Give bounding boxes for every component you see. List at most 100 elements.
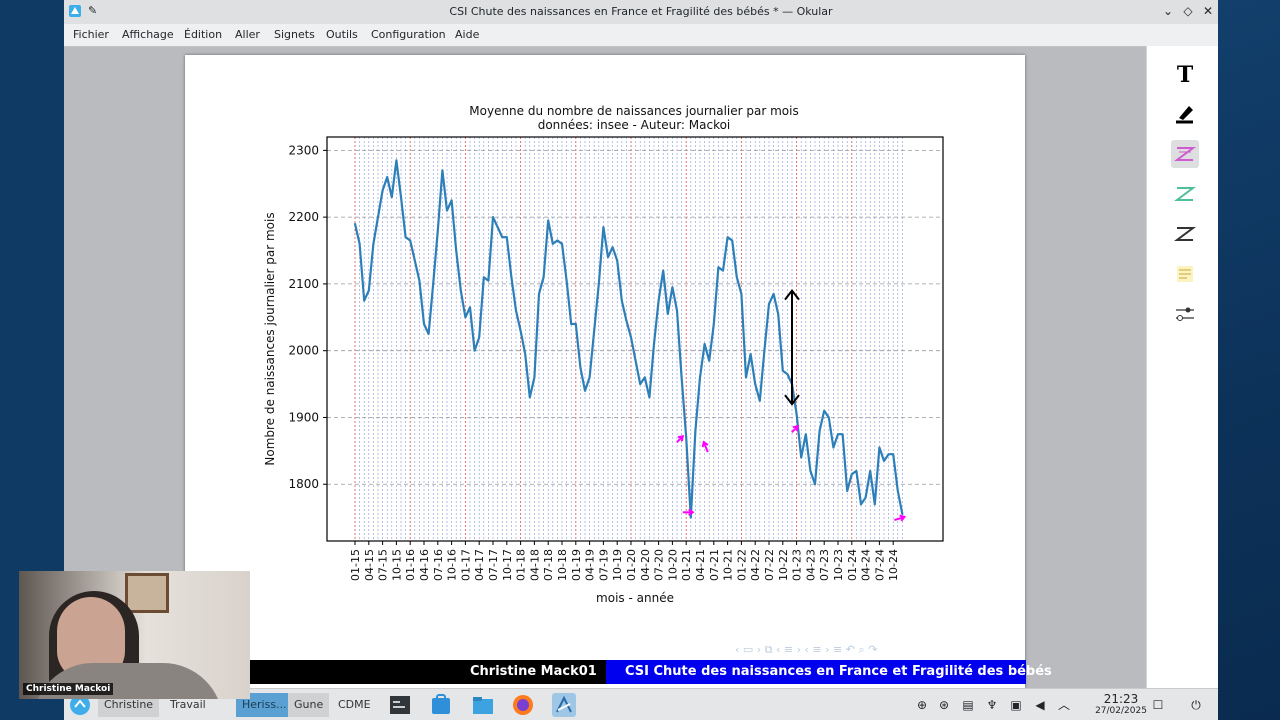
y-tick-label: 1800 — [288, 477, 319, 491]
data-point — [768, 303, 770, 305]
data-point — [482, 276, 485, 279]
pink-line-icon[interactable] — [1171, 140, 1199, 168]
y-axis-label: Nombre de naissances journalier par mois — [263, 212, 277, 465]
data-point — [869, 469, 872, 472]
clock-time[interactable]: 21:23 — [1091, 692, 1151, 706]
page-toolbar-faint: ‹ ▭ › ⧉ ‹ ≡ › ‹ ≡ › ≡ ↶ ⌕ ↷ — [735, 643, 877, 656]
x-tick-label: 07-20 — [653, 549, 666, 581]
svg-text:‹ ▭ › ⧉ ‹ ≡ › ‹ ≡ › ≡ ↶ ⌕: ‹ ▭ › ⧉ ‹ ≡ › ‹ ≡ › ≡ ↶ ⌕ ↷ — [735, 643, 877, 656]
slider-settings-icon[interactable] — [1171, 300, 1199, 328]
data-point — [588, 376, 591, 379]
data-point — [749, 353, 752, 355]
menu-aller[interactable]: Aller — [235, 28, 260, 41]
data-point — [455, 249, 458, 252]
data-point — [703, 343, 706, 345]
x-tick-label: 04-22 — [749, 549, 762, 581]
menu-signets[interactable]: Signets — [274, 28, 315, 41]
data-point — [478, 336, 481, 339]
data-point — [584, 389, 586, 392]
x-tick-label: 04-21 — [694, 549, 707, 581]
okular-task-icon[interactable] — [552, 693, 576, 717]
menu-configuration[interactable]: Configuration — [371, 28, 446, 41]
data-point — [800, 456, 803, 459]
data-point — [630, 336, 632, 339]
microphone-icon[interactable]: ♆ — [984, 697, 1000, 713]
data-point — [528, 396, 531, 399]
menu-bar: Fichier Affichage Édition Aller Signets … — [64, 24, 1218, 46]
terminal-icon[interactable] — [388, 693, 412, 717]
data-point — [740, 293, 743, 295]
data-point — [653, 343, 655, 345]
data-point — [547, 219, 550, 222]
data-point — [662, 269, 665, 272]
data-point — [501, 236, 504, 239]
data-point — [515, 309, 517, 312]
tray-expand-icon[interactable]: ︿ — [1056, 697, 1072, 713]
data-point — [837, 433, 839, 436]
task-gune[interactable]: Gune — [288, 693, 330, 717]
menu-edition[interactable]: Édition — [184, 28, 222, 41]
data-point — [524, 353, 527, 355]
menu-outils[interactable]: Outils — [326, 28, 358, 41]
task-cdme[interactable]: CDME — [332, 693, 377, 717]
x-tick-label: 01-23 — [791, 549, 804, 581]
webcam-overlay: Christine Mackoi — [19, 571, 250, 699]
x-tick-label: 10-21 — [722, 549, 735, 581]
data-point — [473, 349, 476, 352]
volume-icon[interactable]: ◀ — [1032, 697, 1048, 713]
data-point — [404, 236, 407, 239]
data-point — [680, 376, 683, 379]
data-point — [593, 329, 596, 332]
menu-aide[interactable]: Aide — [455, 28, 479, 41]
highlight-pen-icon[interactable] — [1171, 100, 1199, 128]
y-tick-label: 2000 — [288, 344, 319, 358]
y-tick-label: 2200 — [288, 210, 319, 224]
clipboard-icon[interactable]: ▤ — [960, 697, 976, 713]
file-manager-icon[interactable] — [471, 693, 495, 717]
quit-icon[interactable]: ⏻ — [1188, 697, 1204, 713]
data-point — [735, 276, 738, 279]
minimize-icon[interactable]: ⌄ — [1160, 3, 1176, 19]
data-point — [832, 446, 835, 449]
data-point — [818, 429, 821, 432]
close-icon[interactable]: ✕ — [1200, 3, 1216, 19]
data-point — [377, 216, 379, 219]
data-point — [625, 319, 628, 322]
text-tool-icon[interactable]: T — [1171, 60, 1199, 88]
data-point — [432, 283, 435, 285]
data-point — [579, 366, 582, 369]
discover-store-icon[interactable] — [429, 693, 453, 717]
network-icon[interactable]: ⊛ — [936, 697, 952, 713]
data-point — [390, 196, 393, 198]
x-tick-label: 01-21 — [680, 549, 693, 581]
data-point — [400, 196, 402, 198]
data-point — [464, 316, 467, 319]
menu-affichage[interactable]: Affichage — [122, 28, 174, 41]
data-point — [372, 242, 375, 245]
data-point — [878, 446, 881, 449]
data-point — [795, 413, 798, 416]
data-point — [597, 283, 600, 285]
data-point — [381, 189, 384, 192]
maximize-icon[interactable]: ◇ — [1180, 3, 1196, 19]
y-tick-label: 2100 — [288, 277, 319, 291]
data-point — [809, 469, 812, 472]
yellow-note-icon[interactable] — [1171, 260, 1199, 288]
data-point — [436, 229, 439, 232]
data-point — [827, 416, 830, 419]
show-desktop-icon[interactable]: ☐ — [1150, 697, 1166, 713]
x-tick-label: 07-24 — [873, 549, 886, 581]
black-line-icon[interactable] — [1171, 220, 1199, 248]
data-point — [496, 226, 499, 229]
updates-icon[interactable]: ⊕ — [914, 697, 930, 713]
data-point — [722, 269, 724, 272]
green-line-icon[interactable] — [1171, 180, 1199, 208]
menu-fichier[interactable]: Fichier — [73, 28, 109, 41]
firefox-icon[interactable] — [511, 693, 535, 717]
data-point — [855, 469, 858, 472]
display-icon[interactable]: ▣ — [1008, 697, 1024, 713]
data-point — [459, 289, 462, 292]
data-point — [804, 433, 807, 436]
data-point — [446, 209, 448, 212]
data-point — [676, 309, 678, 312]
